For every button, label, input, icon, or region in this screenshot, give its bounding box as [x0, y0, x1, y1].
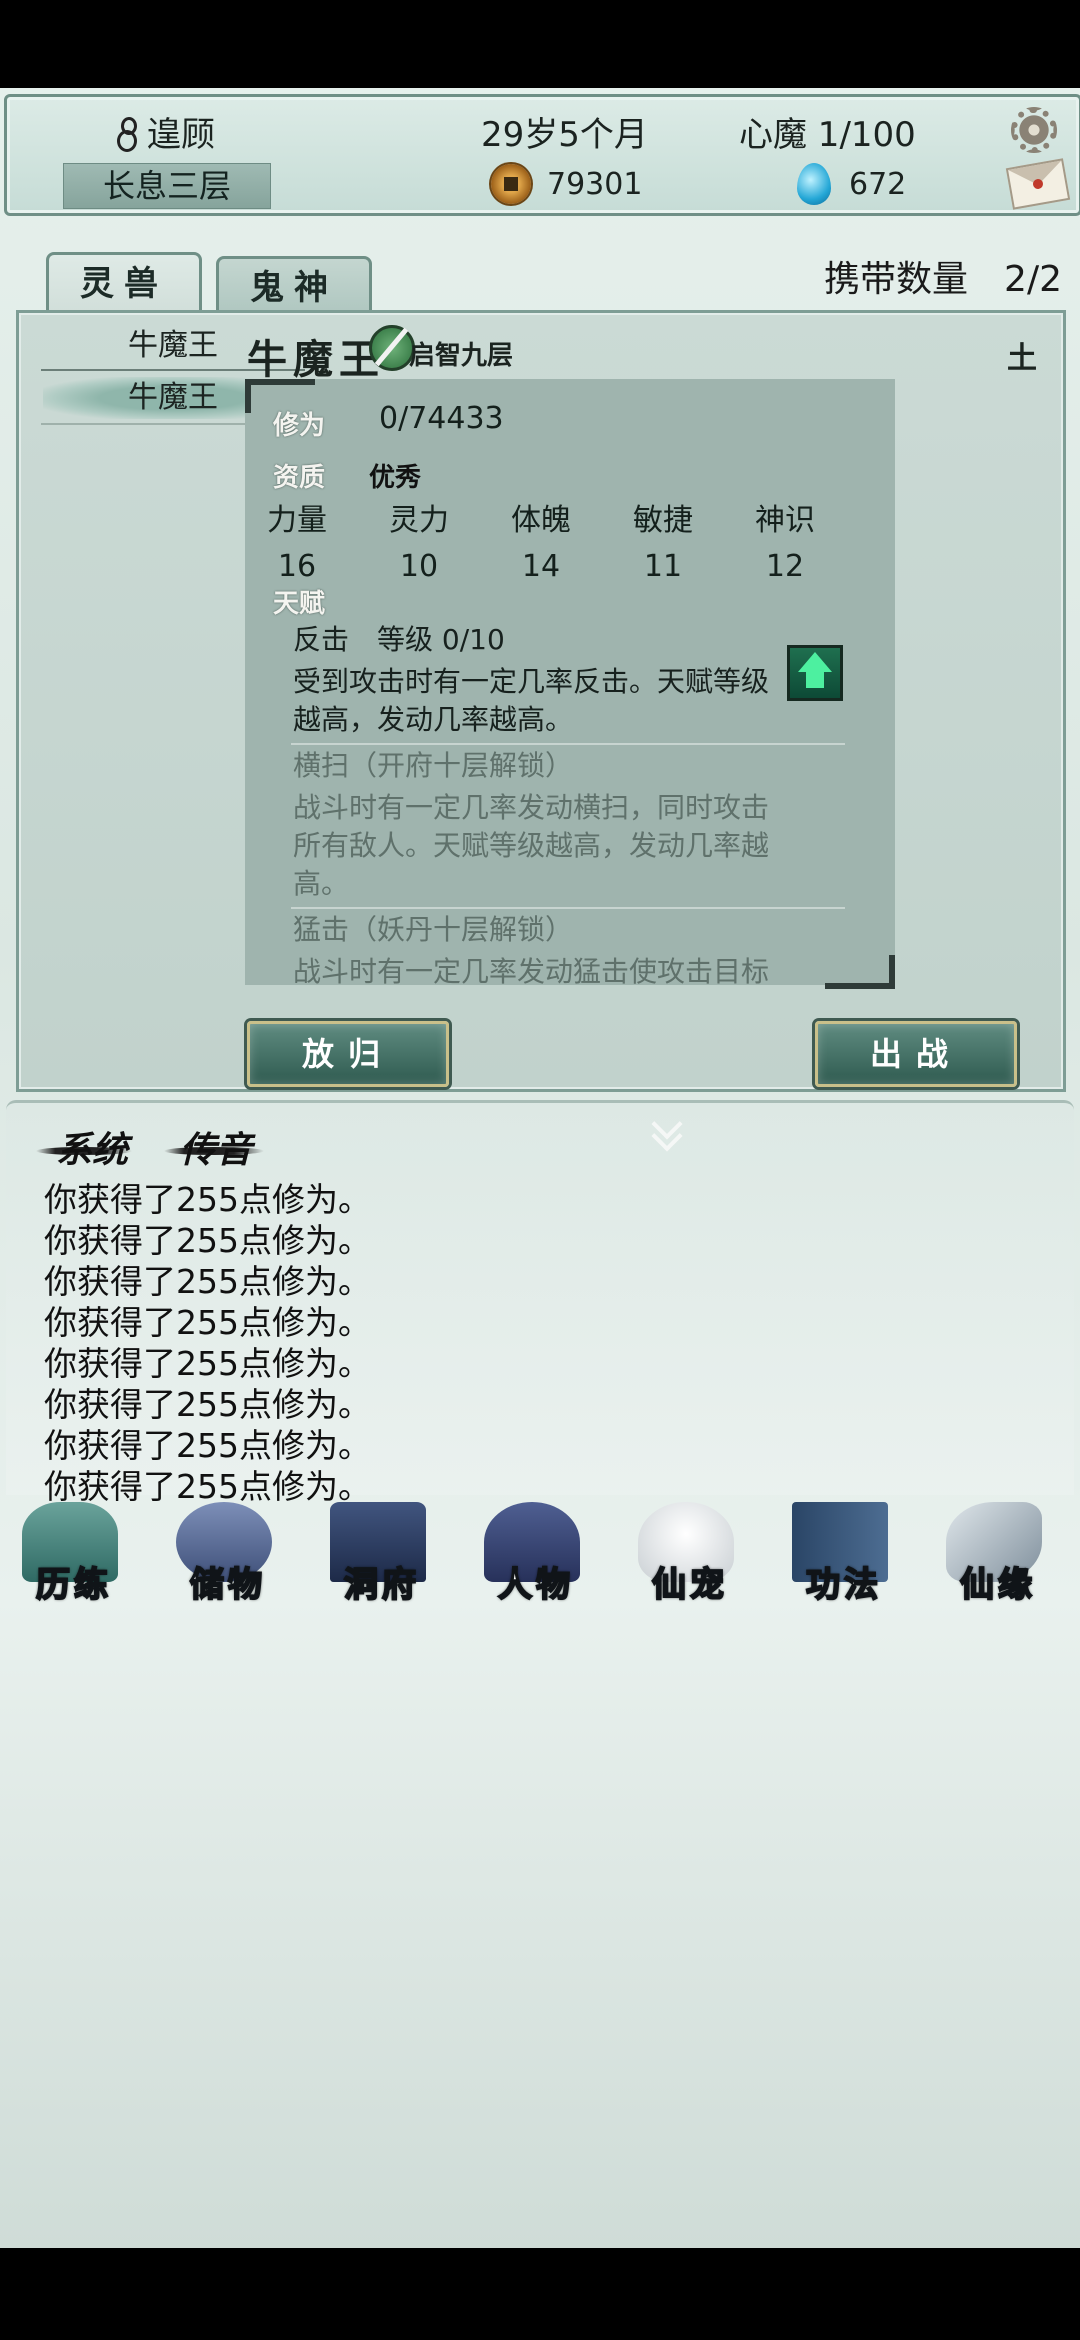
- element-label: 土: [1007, 341, 1037, 376]
- nav-techniques[interactable]: 功法: [774, 1496, 914, 1608]
- frame-corner: [889, 955, 895, 989]
- nav-label: 储物: [189, 1564, 266, 1606]
- frame-corner: [245, 379, 251, 413]
- realm-badge: 长息三层: [63, 163, 271, 209]
- mail-icon[interactable]: [1005, 158, 1071, 210]
- attr-name: 灵力: [389, 503, 449, 538]
- nav-character[interactable]: 人物: [466, 1496, 606, 1608]
- talent-title: 横扫（开府十层解锁）: [293, 749, 574, 782]
- divider: [291, 743, 845, 745]
- talent-label: 天赋: [273, 589, 326, 619]
- collapse-chevron-icon[interactable]: [654, 1121, 680, 1147]
- game-screen: 遑顾 长息三层 29岁5个月 心魔 1/100 79301 672 灵兽 鬼神 …: [0, 88, 1080, 2248]
- log-tab-system[interactable]: 系统: [56, 1121, 128, 1173]
- age-label: 29岁5个月: [481, 115, 648, 155]
- pet-panel: 牛魔王 牛魔王 牛魔王 启智九层 土 修为 0/74433 资质 优秀 力量 灵…: [16, 310, 1066, 1092]
- player-name[interactable]: 遑顾: [147, 107, 215, 156]
- settings-gear-icon[interactable]: [1011, 107, 1057, 153]
- message-log[interactable]: 系统 传音 你获得了255点修为。 你获得了255点修为。 你获得了255点修为…: [6, 1100, 1074, 1506]
- nav-storage[interactable]: 储物: [158, 1496, 298, 1608]
- status-bar: 遑顾 长息三层 29岁5个月 心魔 1/100 79301 672: [4, 94, 1080, 216]
- pet-detail-box[interactable]: 修为 0/74433 资质 优秀 力量 灵力 体魄 敏捷 神识 16 10 14…: [245, 379, 895, 985]
- aptitude-value: 优秀: [369, 463, 422, 493]
- attr-name: 体魄: [511, 503, 571, 538]
- cultivation-value: 0/74433: [379, 401, 504, 436]
- talent-desc: 战斗时有一定几率发动猛击使攻击目标昏迷，持续2回合。天赋等级越高，发动几率越高。: [293, 955, 770, 985]
- attr-name: 力量: [267, 503, 327, 538]
- nav-label: 仙缘: [959, 1564, 1036, 1606]
- coin-icon: [491, 164, 531, 204]
- nav-fate[interactable]: 仙缘: [928, 1496, 1068, 1608]
- nav-cave[interactable]: 洞府: [312, 1496, 452, 1608]
- attr-name: 敏捷: [633, 503, 693, 538]
- attr-value: 16: [277, 549, 317, 584]
- nav-training[interactable]: 历练: [4, 1496, 144, 1608]
- spirit-stone-icon: [797, 163, 831, 205]
- divider: [291, 907, 845, 909]
- frame-corner: [825, 983, 895, 989]
- talent-title: 猛击（妖丹十层解锁）: [293, 913, 574, 946]
- attr-value: 14: [521, 549, 561, 584]
- bottom-nav: 历练 储物 洞府 人物 仙宠 功法 仙缘: [0, 1496, 1080, 1608]
- nav-label: 洞府: [343, 1564, 420, 1606]
- tab-ghost-god[interactable]: 鬼神: [216, 256, 372, 317]
- nav-label: 历练: [35, 1564, 112, 1606]
- release-button[interactable]: 放归: [247, 1021, 449, 1087]
- attr-value: 12: [765, 549, 805, 584]
- deploy-button[interactable]: 出战: [815, 1021, 1017, 1087]
- attr-value: 11: [643, 549, 683, 584]
- aptitude-label: 资质: [273, 463, 326, 493]
- nav-pet[interactable]: 仙宠: [620, 1496, 760, 1608]
- gourd-icon: [117, 117, 137, 152]
- upgrade-arrow-icon[interactable]: [787, 645, 843, 701]
- nav-label: 功法: [805, 1564, 882, 1606]
- talent-title: 反击 等级 0/10: [293, 623, 505, 656]
- cultivation-label: 修为: [273, 411, 326, 441]
- nav-label: 人物: [497, 1564, 574, 1606]
- pet-stage: 启智九层: [409, 341, 514, 371]
- attr-name: 神识: [755, 503, 815, 538]
- attr-value: 10: [399, 549, 439, 584]
- talent-desc: 受到攻击时有一定几率反击。天赋等级越高，发动几率越高。: [293, 665, 770, 736]
- talent-desc: 战斗时有一定几率发动横扫，同时攻击所有敌人。天赋等级越高，发动几率越高。: [293, 791, 770, 900]
- coin-count: 79301: [547, 167, 643, 202]
- carry-count: 携带数量 2/2: [824, 259, 1062, 300]
- pet-name: 牛魔王: [247, 336, 385, 383]
- log-tab-whisper[interactable]: 传音: [180, 1121, 252, 1173]
- frame-corner: [245, 379, 315, 385]
- heart-demon-label: 心魔 1/100: [739, 115, 916, 155]
- spirit-stone-count: 672: [849, 167, 907, 202]
- nav-label: 仙宠: [651, 1564, 728, 1606]
